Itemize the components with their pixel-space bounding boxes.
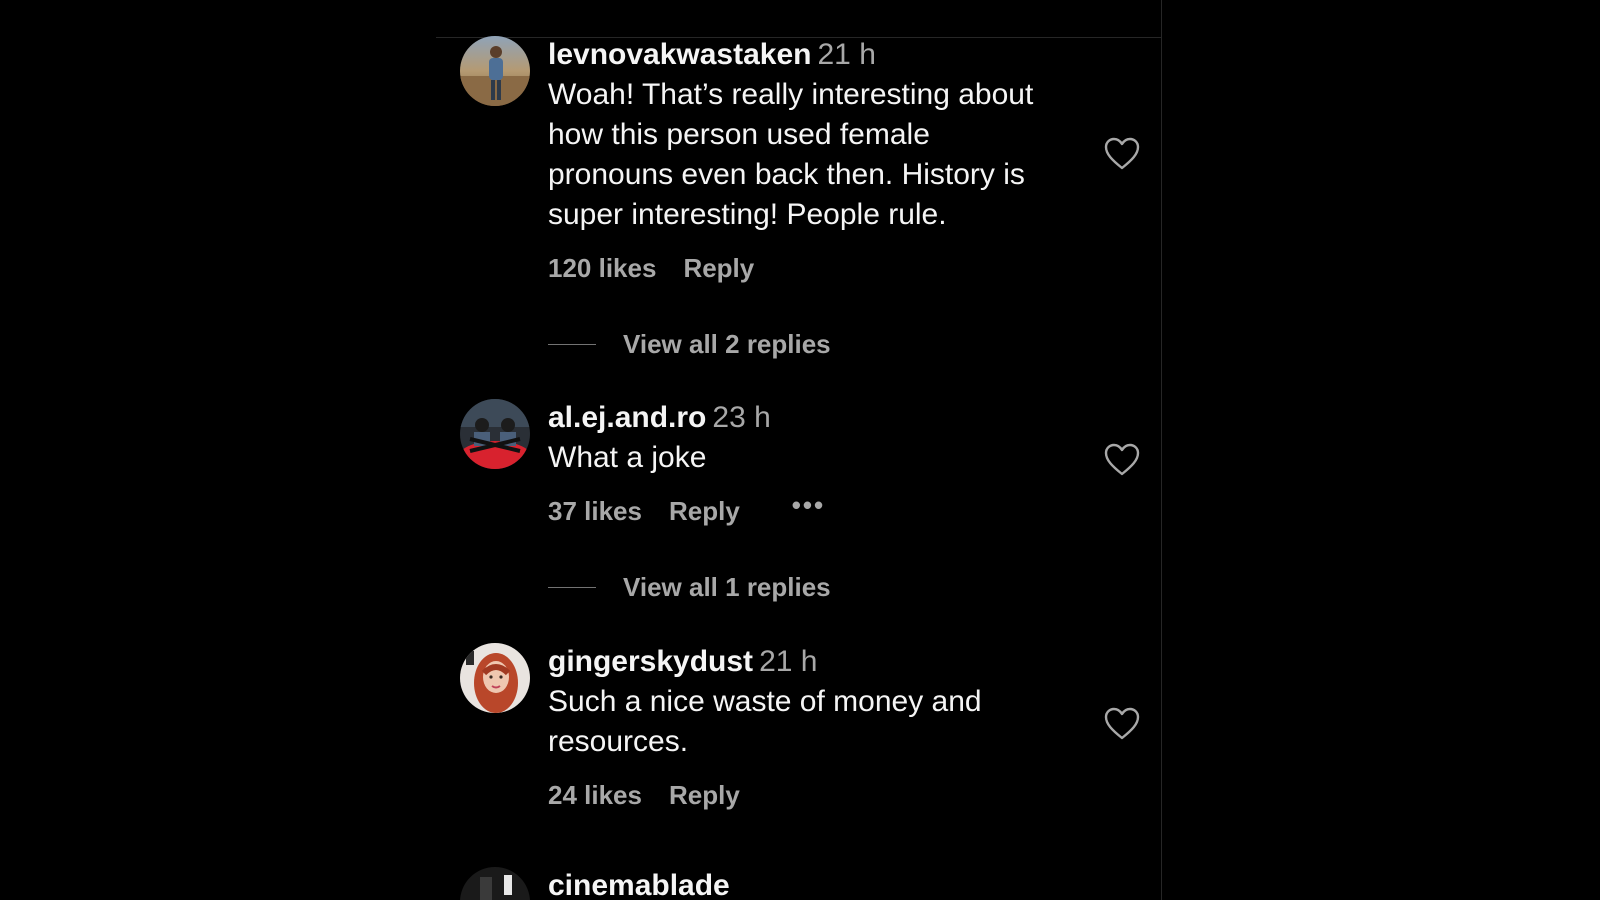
comment-text-line: how this person used female [548,118,930,151]
avatar[interactable] [460,643,530,713]
reply-button[interactable]: Reply [669,780,740,811]
reply-button[interactable]: Reply [683,253,754,284]
comment-text-line: resources. [548,725,689,758]
comment-meta: 24 likes Reply [548,777,1068,813]
comments-panel[interactable]: levnovakwastaken 21 h Woah! That’s really… [436,0,1162,900]
replies-line [548,343,596,345]
comment-text: Woah! That’s really interesting about ho… [548,75,1068,235]
comment-username[interactable]: levnovakwastaken [548,38,811,71]
comment-text-line: What a joke [548,441,707,474]
comment-text-line: Woah! That’s really interesting about [548,78,1034,111]
replies-line [548,586,596,588]
comment-meta: 120 likes Reply [548,250,1068,286]
reply-button[interactable]: Reply [669,496,740,527]
comment-username[interactable]: al.ej.and.ro [548,401,706,434]
view-replies-button[interactable]: View all 2 replies [548,326,831,362]
comment-username[interactable]: gingerskydust [548,645,753,678]
comment-text: What a joke [548,438,1068,478]
comments-page: levnovakwastaken 21 h Woah! That’s really… [0,0,1600,900]
comment-meta: 37 likes Reply ••• [548,490,1068,529]
avatar[interactable] [460,399,530,469]
likes-count[interactable]: 37 likes [548,496,642,527]
likes-count[interactable]: 24 likes [548,780,642,811]
view-replies-label: View all 2 replies [623,328,831,359]
comment-time: 21 h [759,645,818,678]
heart-icon[interactable] [1104,443,1140,477]
comment-text-line: Such a nice waste of money and [548,685,982,718]
avatar[interactable] [460,867,530,900]
heart-icon[interactable] [1104,137,1140,171]
view-replies-label: View all 1 replies [623,571,831,602]
more-options-icon[interactable]: ••• [792,490,825,521]
comment-text: Such a nice waste of money and resources… [548,682,1068,762]
comment-username[interactable]: cinemablade [548,869,730,900]
comment-text-line: pronouns even back then. History is [548,158,1025,191]
avatar[interactable] [460,36,530,106]
view-replies-button[interactable]: View all 1 replies [548,569,831,605]
comment-time: 23 h [712,401,771,434]
likes-count[interactable]: 120 likes [548,253,656,284]
heart-icon[interactable] [1104,707,1140,741]
comment-text-line: super interesting! People rule. [548,198,947,231]
comment-time: 21 h [817,38,876,71]
